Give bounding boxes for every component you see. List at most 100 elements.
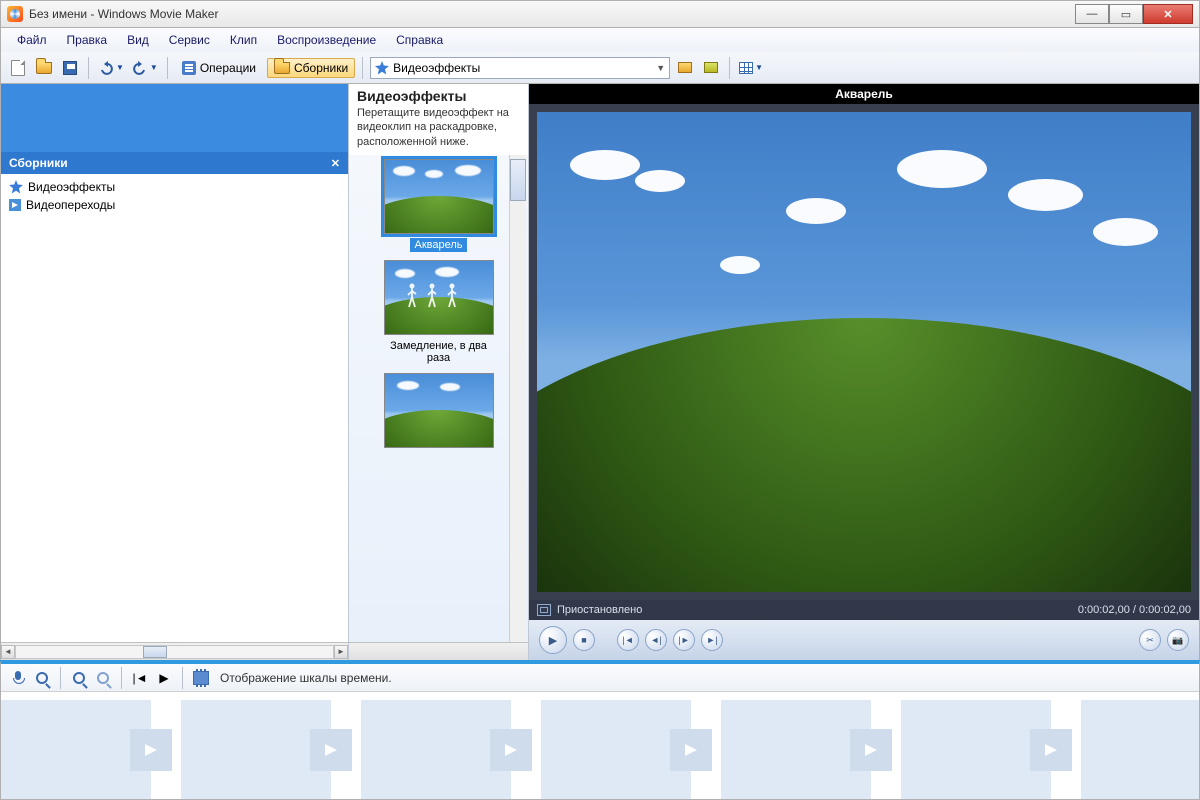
timeline-view-button[interactable]: [192, 669, 210, 687]
collections-button[interactable]: Сборники: [267, 58, 355, 78]
audio-levels-button[interactable]: [33, 669, 51, 687]
storyboard-cell[interactable]: [1081, 700, 1199, 800]
preview-controls: ▶ ■ |◄ ◄| |► ►| ✂ 📷: [529, 620, 1199, 660]
preview-title: Акварель: [529, 84, 1199, 104]
effect-item-slowdown[interactable]: Замедление, в два раза: [374, 260, 504, 365]
preview-canvas: [537, 112, 1191, 592]
preview-statusbar: Приостановлено 0:00:02,00 / 0:00:02,00: [529, 600, 1199, 620]
view-options-button[interactable]: ▼: [737, 62, 765, 74]
scroll-left-icon[interactable]: ◄: [1, 645, 15, 659]
storyboard-cell[interactable]: [1, 700, 151, 800]
maximize-button[interactable]: ▭: [1109, 4, 1143, 24]
new-button[interactable]: [7, 57, 29, 79]
separator: [182, 667, 183, 689]
preview-panel: Акварель Приостановлено 0:00:02,00 / 0:0…: [529, 84, 1199, 660]
menu-file[interactable]: Файл: [9, 31, 55, 49]
new-file-icon: [11, 60, 25, 76]
transition-slot[interactable]: [1030, 729, 1072, 771]
film-icon: [193, 671, 209, 685]
zoom-in-icon: [73, 672, 85, 684]
undo-button[interactable]: ▼: [96, 61, 126, 75]
snapshot-button[interactable]: 📷: [1167, 629, 1189, 651]
scroll-thumb[interactable]: [143, 646, 167, 658]
tree-item-transitions[interactable]: Видеопереходы: [3, 196, 346, 214]
app-icon: [7, 6, 23, 22]
titlebar: Без имени - Windows Movie Maker — ▭ ✕: [0, 0, 1200, 28]
new-folder-button[interactable]: [700, 57, 722, 79]
effect-label: Замедление, в два раза: [374, 339, 504, 365]
open-button[interactable]: [33, 57, 55, 79]
storyboard[interactable]: [1, 692, 1199, 800]
tree-item-label: Видеоэффекты: [28, 180, 115, 194]
separator: [88, 57, 89, 79]
rewind-button[interactable]: |◄: [131, 669, 149, 687]
sidebar-title: Сборники: [9, 156, 68, 170]
effect-label: [435, 457, 443, 459]
sidebar-close-icon[interactable]: ✕: [331, 157, 340, 170]
storyboard-cell[interactable]: [721, 700, 871, 800]
transition-slot[interactable]: [130, 729, 172, 771]
window-title: Без имени - Windows Movie Maker: [29, 7, 218, 21]
timeline-area: |◄ ▶ Отображение шкалы времени.: [0, 660, 1200, 800]
toolbar: ▼ ▼ Операции Сборники Видеоэффекты ▼ ▼: [0, 52, 1200, 84]
storyboard-cell[interactable]: [901, 700, 1051, 800]
save-button[interactable]: [59, 57, 81, 79]
effect-item-watercolor[interactable]: Акварель: [374, 159, 504, 252]
transition-slot[interactable]: [850, 729, 892, 771]
redo-icon: [132, 61, 148, 75]
zoom-in-button[interactable]: [70, 669, 88, 687]
fullscreen-icon[interactable]: [537, 604, 551, 616]
menu-service[interactable]: Сервис: [161, 31, 218, 49]
sidebar-scrollbar[interactable]: ◄ ►: [1, 642, 348, 660]
chevron-down-icon: ▼: [755, 63, 763, 72]
chevron-down-icon: ▼: [150, 63, 158, 72]
timeline-label: Отображение шкалы времени.: [220, 671, 392, 685]
storyboard-cell[interactable]: [541, 700, 691, 800]
step-forward-button[interactable]: |►: [673, 629, 695, 651]
chevron-down-icon: ▼: [116, 63, 124, 72]
next-clip-button[interactable]: ►|: [701, 629, 723, 651]
minimize-button[interactable]: —: [1075, 4, 1109, 24]
close-button[interactable]: ✕: [1143, 4, 1193, 24]
separator: [729, 57, 730, 79]
operations-label: Операции: [200, 61, 256, 75]
prev-clip-button[interactable]: |◄: [617, 629, 639, 651]
play-button[interactable]: ▶: [539, 626, 567, 654]
split-button[interactable]: ✂: [1139, 629, 1161, 651]
menu-edit[interactable]: Правка: [59, 31, 116, 49]
storyboard-cell[interactable]: [361, 700, 511, 800]
zoom-out-icon: [97, 672, 109, 684]
menu-play[interactable]: Воспроизведение: [269, 31, 384, 49]
menu-view[interactable]: Вид: [119, 31, 157, 49]
preview-status-text: Приостановлено: [557, 604, 642, 616]
redo-button[interactable]: ▼: [130, 61, 160, 75]
zoom-out-button[interactable]: [94, 669, 112, 687]
up-level-button[interactable]: [674, 57, 696, 79]
stop-button[interactable]: ■: [573, 629, 595, 651]
folder-icon: [274, 62, 290, 74]
effect-item[interactable]: [374, 373, 504, 462]
menu-help[interactable]: Справка: [388, 31, 451, 49]
effects-combo[interactable]: Видеоэффекты ▼: [370, 57, 670, 79]
separator: [362, 57, 363, 79]
effects-panel: Видеоэффекты Перетащите видеоэффект на в…: [349, 84, 529, 660]
narrate-button[interactable]: [9, 669, 27, 687]
operations-button[interactable]: Операции: [175, 58, 263, 78]
menubar: Файл Правка Вид Сервис Клип Воспроизведе…: [0, 28, 1200, 52]
scroll-right-icon[interactable]: ►: [334, 645, 348, 659]
play-timeline-button[interactable]: ▶: [155, 669, 173, 687]
step-back-button[interactable]: ◄|: [645, 629, 667, 651]
tree-item-effects[interactable]: Видеоэффекты: [3, 178, 346, 196]
menu-clip[interactable]: Клип: [222, 31, 265, 49]
storyboard-cell[interactable]: [181, 700, 331, 800]
effects-description: Перетащите видеоэффект на видеоклип на р…: [349, 104, 528, 155]
list-icon: [182, 61, 196, 75]
transition-icon: [9, 199, 21, 211]
transition-slot[interactable]: [670, 729, 712, 771]
combo-label: Видеоэффекты: [393, 61, 480, 75]
effects-scrollbar[interactable]: [349, 642, 528, 660]
transition-slot[interactable]: [490, 729, 532, 771]
sidebar-tree: Видеоэффекты Видеопереходы: [1, 174, 348, 642]
chevron-down-icon: ▼: [656, 63, 665, 73]
transition-slot[interactable]: [310, 729, 352, 771]
